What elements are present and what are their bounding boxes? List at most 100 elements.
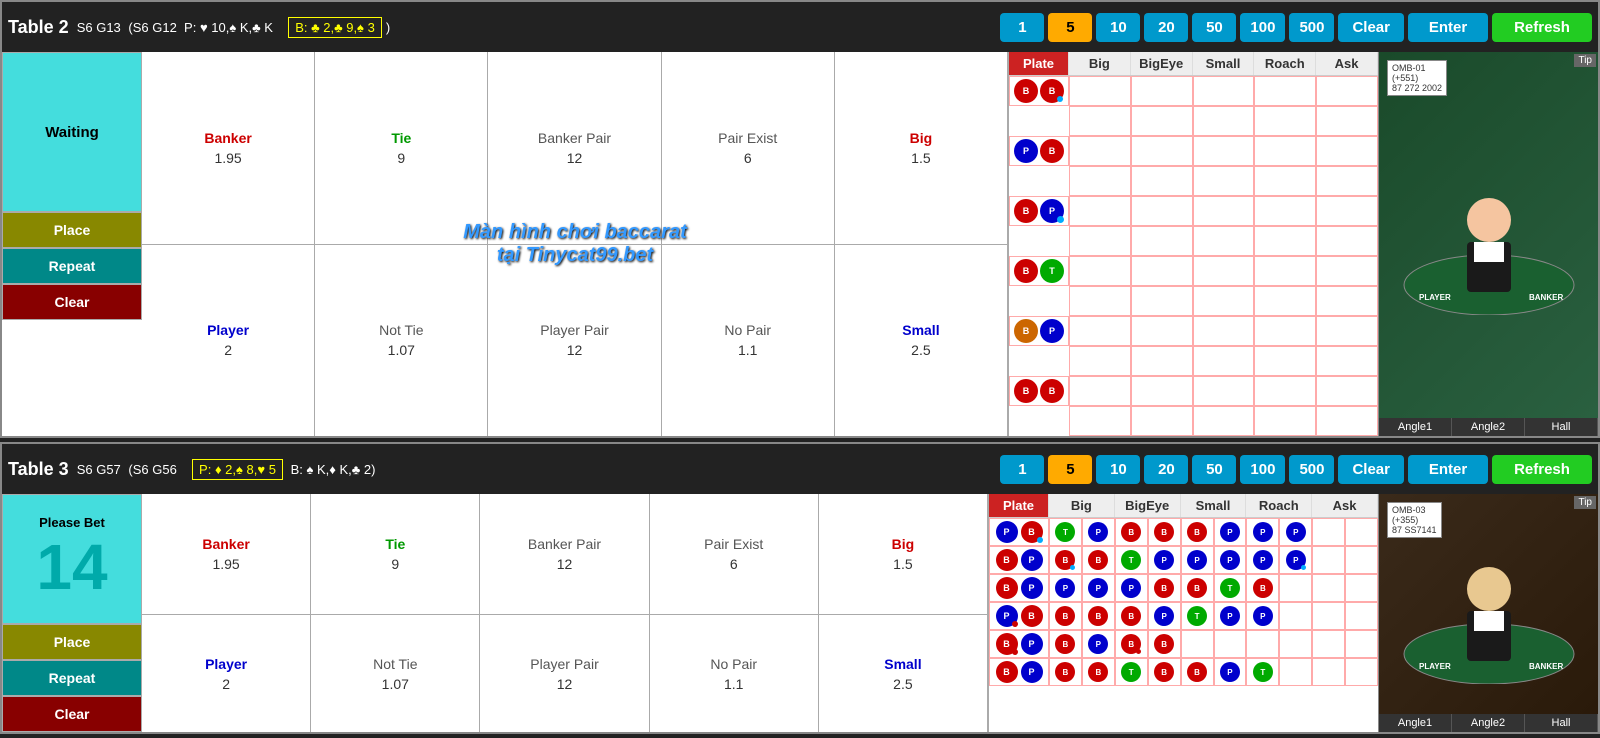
table2-angle2-btn[interactable]: Angle2 (1452, 418, 1525, 436)
refresh-btn-t2[interactable]: Refresh (1492, 13, 1592, 42)
svg-text:BANKER: BANKER (1529, 662, 1563, 671)
chip-50-btn-t2[interactable]: 50 (1192, 13, 1236, 42)
table2-player-pair-odds: 12 (567, 342, 583, 358)
table2-player-bet[interactable]: Player 2 (142, 245, 315, 437)
plate-header-plate-t3: Plate (989, 494, 1049, 517)
circle-b4: B (1014, 199, 1038, 223)
table2-bet-area: Banker 1.95 Tie 9 Banker Pair 12 Pair Ex… (142, 52, 1008, 436)
chip-20-btn-t2[interactable]: 20 (1144, 13, 1188, 42)
table3-tie-bet[interactable]: Tie 9 (311, 494, 480, 614)
table2-clear-btn[interactable]: Clear (2, 284, 142, 320)
clear-btn-t2[interactable]: Clear (1338, 13, 1404, 42)
table3-angles: Angle1 Angle2 Hall (1379, 714, 1598, 732)
table2-small-label: Small (902, 322, 939, 338)
table2-no-pair-bet[interactable]: No Pair 1.1 (662, 245, 835, 437)
plate-header-ask-t3: Ask (1312, 494, 1378, 517)
table3-repeat-btn[interactable]: Repeat (2, 660, 142, 696)
table3-banker-pair-odds: 12 (557, 556, 573, 572)
table2-banker-bet[interactable]: Banker 1.95 (142, 52, 315, 244)
chip-100-btn-t3[interactable]: 100 (1240, 455, 1285, 484)
circle-b5: B (1014, 259, 1038, 283)
chip-1-btn-t2[interactable]: 1 (1000, 13, 1044, 42)
table3-player-pair-bet[interactable]: Player Pair 12 (480, 615, 649, 732)
table3-session: S6 G57 (77, 462, 121, 477)
table2-pair-exist-bet[interactable]: Pair Exist 6 (662, 52, 835, 244)
chip-10-btn-t3[interactable]: 10 (1096, 455, 1140, 484)
enter-btn-t2[interactable]: Enter (1408, 13, 1488, 42)
table3-tie-odds: 9 (391, 556, 399, 572)
table2-plate-row-3: B P (1009, 196, 1378, 256)
t3-plate-row-3: B P P P P B B T B (989, 574, 1378, 602)
table3-banker-bet[interactable]: Banker 1.95 (142, 494, 311, 614)
table2-plate-section: Plate Big BigEye Small Roach Ask B B (1008, 52, 1378, 436)
table3-player-label: Player (205, 656, 247, 672)
table3-player-bet[interactable]: Player 2 (142, 615, 311, 732)
table3-banker-pair-bet[interactable]: Banker Pair 12 (480, 494, 649, 614)
plate-other-r1 (1069, 76, 1378, 136)
table3-not-tie-odds: 1.07 (382, 676, 409, 692)
chip-5-btn-t2[interactable]: 5 (1048, 13, 1092, 42)
table3-dealer-svg: PLAYER BANKER (1399, 524, 1579, 684)
table3-hall-btn[interactable]: Hall (1525, 714, 1598, 732)
chip-100-btn-t2[interactable]: 100 (1240, 13, 1285, 42)
table2-plate-row-1: B B (1009, 76, 1378, 136)
chip-20-btn-t3[interactable]: 20 (1144, 455, 1188, 484)
refresh-btn-t3[interactable]: Refresh (1492, 455, 1592, 484)
clear-btn-t3[interactable]: Clear (1338, 455, 1404, 484)
chip-500-btn-t2[interactable]: 500 (1289, 13, 1334, 42)
plate-header-ask-t2: Ask (1316, 52, 1378, 75)
chip-10-btn-t2[interactable]: 10 (1096, 13, 1140, 42)
plate-other-r6 (1069, 376, 1378, 436)
table2-banker-pair-bet[interactable]: Banker Pair 12 (488, 52, 661, 244)
table2-plate-grid: B B (1009, 76, 1378, 436)
table2-pair-exist-label: Pair Exist (718, 130, 777, 146)
table2-tie-bet[interactable]: Tie 9 (315, 52, 488, 244)
circle-p1: P (1014, 139, 1038, 163)
table2-big-bet[interactable]: Big 1.5 (835, 52, 1008, 244)
table3-clear-btn[interactable]: Clear (2, 696, 142, 732)
table3-previnfo: (S6 G56 (125, 462, 184, 477)
chip-500-btn-t3[interactable]: 500 (1289, 455, 1334, 484)
table3-small-bet[interactable]: Small 2.5 (819, 615, 988, 732)
table3-pair-exist-bet[interactable]: Pair Exist 6 (650, 494, 819, 614)
plate-cell-r6: B B (1009, 376, 1069, 406)
enter-btn-t3[interactable]: Enter (1408, 455, 1488, 484)
table2-player-pair-bet[interactable]: Player Pair 12 (488, 245, 661, 437)
chip-5-btn-t3[interactable]: 5 (1048, 455, 1092, 484)
table2-not-tie-bet[interactable]: Not Tie 1.07 (315, 245, 488, 437)
table3-not-tie-label: Not Tie (373, 656, 417, 672)
table3-angle2-btn[interactable]: Angle2 (1452, 714, 1525, 732)
chip-1-btn-t3[interactable]: 1 (1000, 455, 1044, 484)
plate-cell-r1: B B (1009, 76, 1069, 106)
plate-header-bigeye-t2: BigEye (1131, 52, 1193, 75)
table2-top-bets: Banker 1.95 Tie 9 Banker Pair 12 Pair Ex… (142, 52, 1008, 245)
table2-angle1-btn[interactable]: Angle1 (1379, 418, 1452, 436)
table3-no-pair-bet[interactable]: No Pair 1.1 (650, 615, 819, 732)
table2-hall-btn[interactable]: Hall (1525, 418, 1598, 436)
table2-title: Table 2 (8, 17, 69, 38)
table2-dealer-svg: PLAYER BANKER (1399, 155, 1579, 315)
table2-video-feed: Tip PLAYER BANKER OMB-01(+551)87 272 200… (1379, 52, 1598, 418)
table2-place-btn[interactable]: Place (2, 212, 142, 248)
plate-cell-r2: P B (1009, 136, 1069, 166)
table3-tip-label: Tip (1574, 496, 1596, 509)
table2-left-panel: Waiting Place Repeat Clear (2, 52, 142, 436)
table3-plate-grid: P B T P B B B P P P (989, 518, 1378, 686)
table3-big-odds: 1.5 (893, 556, 912, 572)
table2-small-odds: 2.5 (911, 342, 930, 358)
table2-small-bet[interactable]: Small 2.5 (835, 245, 1008, 437)
table3-top-bets: Banker 1.95 Tie 9 Banker Pair 12 Pair Ex… (142, 494, 988, 615)
circle-b7: B (1014, 379, 1038, 403)
circle-b2: B (1040, 79, 1064, 103)
table3-big-bet[interactable]: Big 1.5 (819, 494, 988, 614)
table2-tie-label: Tie (391, 130, 411, 146)
table2-banker-label: Banker (204, 130, 251, 146)
table2-pair-exist-odds: 6 (744, 150, 752, 166)
t3-plate-row-6: B P B B T B B P T (989, 658, 1378, 686)
table3-not-tie-bet[interactable]: Not Tie 1.07 (311, 615, 480, 732)
chip-50-btn-t3[interactable]: 50 (1192, 455, 1236, 484)
circle-b3: B (1040, 139, 1064, 163)
table2-repeat-btn[interactable]: Repeat (2, 248, 142, 284)
table3-angle1-btn[interactable]: Angle1 (1379, 714, 1452, 732)
table2-plate-row-5: B P (1009, 316, 1378, 376)
